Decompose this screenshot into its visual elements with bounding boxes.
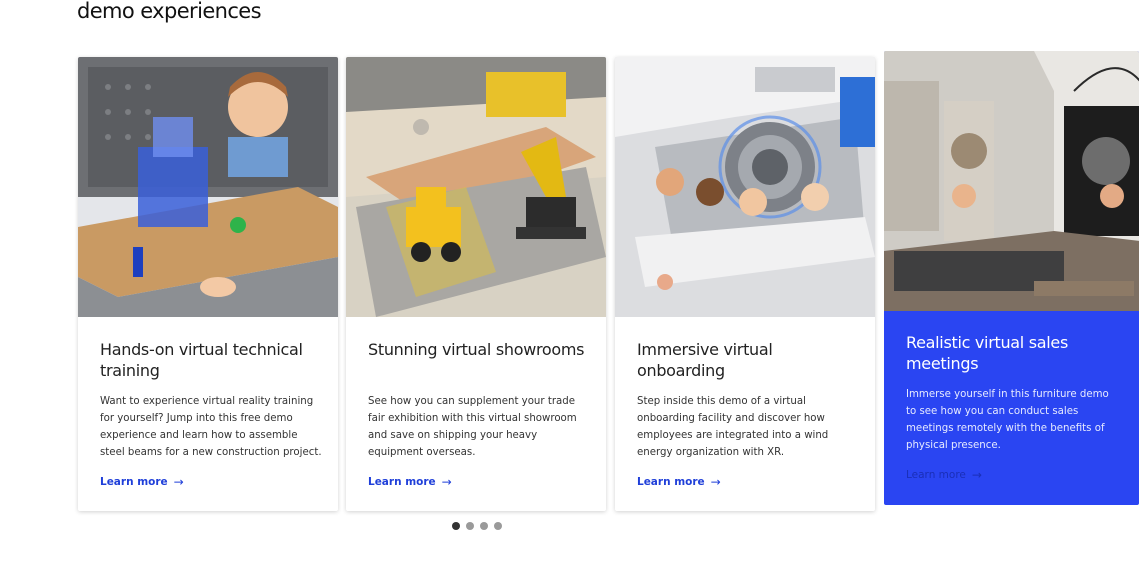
card-description: Want to experience virtual reality train… (100, 396, 322, 458)
card-title: Hands-on virtual technical training (100, 340, 303, 380)
card-title: Stunning virtual showrooms (368, 340, 585, 359)
card-title: Realistic virtual sales meetings (906, 333, 1068, 373)
virtual-showroom-image (346, 57, 606, 317)
card-description: Step inside this demo of a virtual onboa… (637, 396, 829, 458)
carousel-pagination (452, 522, 502, 530)
carousel-dot[interactable] (494, 522, 502, 530)
virtual-onboarding-image (615, 57, 875, 317)
arrow-right-icon: → (441, 475, 452, 489)
arrow-right-icon: → (173, 475, 184, 489)
technical-training-image (78, 57, 338, 317)
learn-more-label: Learn more (637, 476, 705, 488)
arrow-right-icon: → (971, 468, 982, 482)
arrow-right-icon: → (710, 475, 721, 489)
learn-more-label: Learn more (906, 469, 966, 481)
demo-card-technical-training[interactable]: Hands-on virtual technical training Want… (78, 57, 338, 511)
demo-card-virtual-onboarding[interactable]: Immersive virtual onboarding Step inside… (615, 57, 875, 511)
learn-more-link[interactable]: Learn more → (637, 475, 721, 489)
virtual-sales-meeting-image (884, 51, 1139, 311)
learn-more-label: Learn more (100, 476, 168, 488)
learn-more-link[interactable]: Learn more → (906, 468, 982, 482)
learn-more-label: Learn more (368, 476, 436, 488)
carousel-dot[interactable] (466, 522, 474, 530)
demo-experiences-section: demo experiences Hands-on virtual techni… (0, 0, 1139, 582)
carousel-dot[interactable] (480, 522, 488, 530)
carousel-dot[interactable] (452, 522, 460, 530)
card-description: Immerse yourself in this furniture demo … (906, 389, 1109, 451)
demo-card-virtual-showrooms[interactable]: Stunning virtual showrooms See how you c… (346, 57, 606, 511)
card-description: See how you can supplement your trade fa… (368, 396, 577, 458)
learn-more-link[interactable]: Learn more → (100, 475, 184, 489)
section-title: demo experiences (77, 0, 262, 23)
learn-more-link[interactable]: Learn more → (368, 475, 452, 489)
demo-card-virtual-sales-meetings[interactable]: Realistic virtual sales meetings Immerse… (884, 51, 1139, 505)
card-title: Immersive virtual onboarding (637, 340, 773, 380)
